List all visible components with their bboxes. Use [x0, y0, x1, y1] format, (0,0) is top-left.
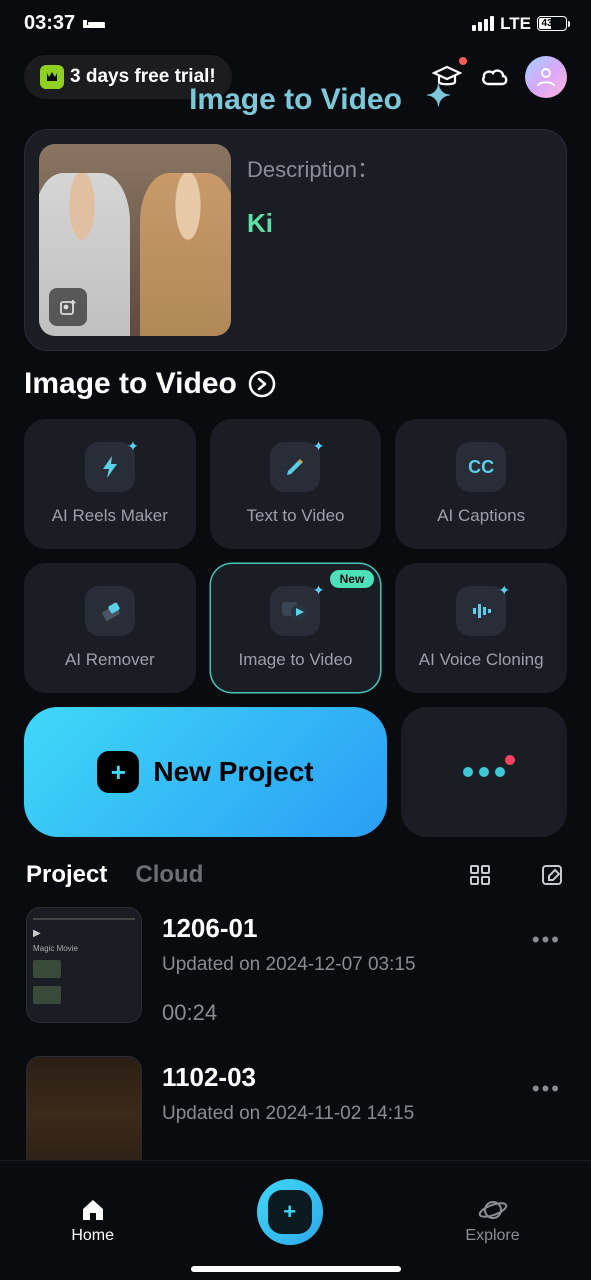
- status-bar: 03:37 LTE 43: [0, 0, 591, 43]
- project-name: 1206-01: [162, 913, 508, 944]
- hero-title: Image to Video ✦: [0, 83, 591, 117]
- section-title: Image to Video: [24, 367, 237, 401]
- notification-dot-icon: [505, 755, 515, 765]
- planet-icon: [478, 1197, 508, 1223]
- tool-ai-reels-maker[interactable]: ✦ AI Reels Maker: [24, 419, 196, 549]
- new-project-button[interactable]: + New Project: [24, 707, 387, 837]
- nav-label: Explore: [465, 1227, 519, 1245]
- signal-icon: [472, 16, 494, 31]
- voice-icon: ✦: [456, 586, 506, 636]
- project-duration: 00:24: [162, 1000, 508, 1026]
- home-indicator[interactable]: [191, 1266, 401, 1272]
- nav-home[interactable]: Home: [71, 1197, 114, 1245]
- nav-explore[interactable]: Explore: [465, 1197, 519, 1245]
- project-thumbnail: ▶Magic Movie: [26, 907, 142, 1023]
- project-name: 1102-03: [162, 1062, 508, 1093]
- eraser-icon: [85, 586, 135, 636]
- tool-text-to-video[interactable]: ✦ Text to Video: [210, 419, 382, 549]
- tool-label: AI Captions: [437, 506, 525, 526]
- bed-icon: [83, 16, 105, 32]
- cc-icon: CC: [456, 442, 506, 492]
- tab-project[interactable]: Project: [26, 861, 107, 889]
- tool-label: Text to Video: [247, 506, 345, 526]
- battery-icon: 43: [537, 16, 567, 31]
- section-header[interactable]: Image to Video: [0, 367, 591, 419]
- tool-image-to-video[interactable]: New ✦ Image to Video: [210, 563, 382, 693]
- tool-ai-remover[interactable]: AI Remover: [24, 563, 196, 693]
- project-more-button[interactable]: •••: [528, 1056, 565, 1122]
- preview-card[interactable]: Description： Ki: [24, 129, 567, 351]
- tabs-row: Project Cloud: [0, 861, 591, 907]
- bolt-icon: ✦: [85, 442, 135, 492]
- tool-ai-captions[interactable]: CC AI Captions: [395, 419, 567, 549]
- project-more-button[interactable]: •••: [528, 907, 565, 973]
- project-actions-row: + New Project: [0, 693, 591, 861]
- tool-label: AI Reels Maker: [52, 506, 168, 526]
- project-updated: Updated on 2024-12-07 03:15: [162, 954, 508, 976]
- new-project-label: New Project: [153, 756, 313, 788]
- status-time: 03:37: [24, 12, 75, 35]
- nav-label: Home: [71, 1227, 114, 1245]
- grid-view-icon[interactable]: [467, 862, 493, 888]
- edit-icon[interactable]: [539, 862, 565, 888]
- preview-image: [39, 144, 231, 336]
- plus-icon: +: [268, 1190, 312, 1234]
- tool-ai-voice-cloning[interactable]: ✦ AI Voice Cloning: [395, 563, 567, 693]
- chevron-circle-icon: [247, 369, 277, 399]
- tool-label: AI Remover: [65, 650, 155, 670]
- home-icon: [79, 1197, 107, 1223]
- network-label: LTE: [500, 14, 531, 34]
- description-text: Ki: [247, 208, 552, 239]
- tool-label: Image to Video: [238, 650, 352, 670]
- bottom-nav: Home + Explore: [0, 1160, 591, 1280]
- image-play-icon: ✦: [270, 586, 320, 636]
- new-badge: New: [330, 570, 375, 588]
- project-item[interactable]: ▶Magic Movie 1206-01 Updated on 2024-12-…: [26, 907, 565, 1056]
- fab-create[interactable]: +: [257, 1179, 323, 1245]
- project-updated: Updated on 2024-11-02 14:15: [162, 1103, 508, 1125]
- pen-icon: ✦: [270, 442, 320, 492]
- project-thumbnail: [26, 1056, 142, 1172]
- project-list: ▶Magic Movie 1206-01 Updated on 2024-12-…: [0, 907, 591, 1202]
- tab-cloud[interactable]: Cloud: [135, 861, 203, 889]
- tool-label: AI Voice Cloning: [419, 650, 544, 670]
- image-action-icon[interactable]: [49, 288, 87, 326]
- description-label: Description：: [247, 152, 552, 184]
- tool-grid: ✦ AI Reels Maker ✦ Text to Video CC AI C…: [0, 419, 591, 693]
- more-tools-button[interactable]: [401, 707, 567, 837]
- plus-icon: +: [97, 751, 139, 793]
